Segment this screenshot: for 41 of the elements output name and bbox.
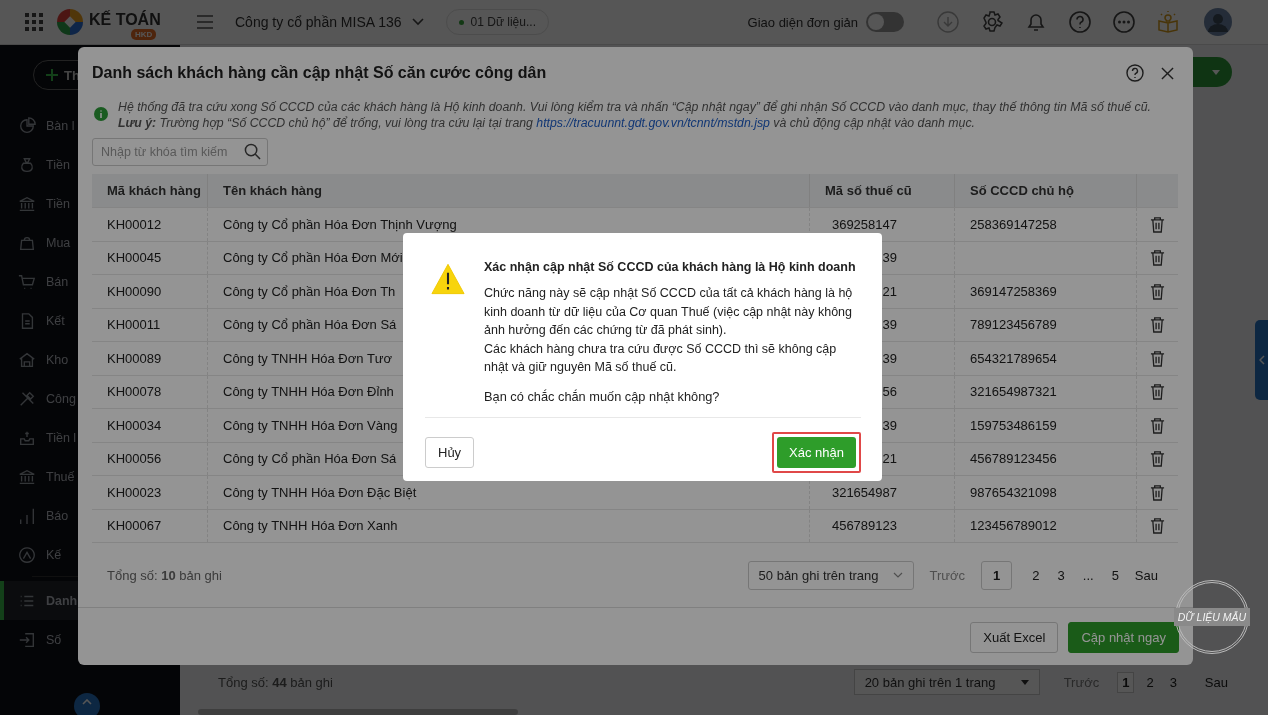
table-cell: KH00067 <box>92 509 208 542</box>
table-cell: 654321789654 <box>970 350 1057 366</box>
table-cell: 369147258369 <box>970 283 1057 299</box>
table-cell: Công ty TNHH Hóa Đơn Xanh <box>208 509 810 542</box>
table-cell: KH00056 <box>92 442 208 475</box>
table-cell: 159753486159 <box>970 417 1057 433</box>
notice-text: Hệ thống đã tra cứu xong Số CCCD của các khách hàng là Hộ kinh doanh. Vui lòng kiểm tra và nhấn “Cập nhật ngay” để ghi nhận Số CCCD vào danh mục, thay thế thông tin Mã số thuế cũ. Lưu ý: Trường hợp “Số CCCD chủ hộ” để trống, vui lòng tra cứu lại tại trang https://tracuunnt.gdt.gov.vn/tcnnt/mstdn.jsp và chủ động cập nhật vào danh mục. <box>118 99 1152 131</box>
table-cell: 21 <box>882 451 897 467</box>
table-cell: 39 <box>882 250 897 266</box>
table-cell: KH00011 <box>92 308 208 341</box>
table-cell: 789123456789 <box>970 317 1057 333</box>
column-header: Mã khách hàng <box>92 174 208 207</box>
table-cell: 321654987321 <box>970 384 1057 400</box>
record-total: Tổng số: 10 bản ghi <box>107 567 222 583</box>
table-cell: 39 <box>882 417 897 433</box>
simple-mode-label: Giao diện đơn giản <box>747 14 858 30</box>
table-cell: 456789123456 <box>970 451 1057 467</box>
brand-badge: HKD <box>131 29 157 40</box>
table-cell: 123456789012 <box>970 518 1057 534</box>
table-cell: 369258147 <box>831 216 897 232</box>
column-header: Tên khách hàng <box>208 174 810 207</box>
table-cell: 321654987 <box>831 484 897 500</box>
brand-name: KẾ TOÁN <box>89 11 161 29</box>
table-cell: KH00090 <box>92 275 208 308</box>
table-cell: 39 <box>882 317 897 333</box>
table-cell: KH00045 <box>92 241 208 274</box>
confirm-question: Bạn có chắc chắn muốn cập nhật không? <box>484 388 721 404</box>
table-cell: KH00023 <box>92 476 208 509</box>
column-header: Mã số thuế cũ <box>810 174 955 207</box>
table-cell: KH00034 <box>92 409 208 442</box>
table-cell: KH00078 <box>92 375 208 408</box>
table-cell: 987654321098 <box>970 484 1057 500</box>
table-cell: 56 <box>882 384 897 400</box>
table-cell: 456789123 <box>831 518 897 534</box>
table-cell: 39 <box>882 350 897 366</box>
table-cell: 21 <box>882 283 897 299</box>
column-header: Số CCCD chủ hộ <box>955 174 1137 207</box>
table-cell: KH00012 <box>92 208 208 241</box>
table-cell: 258369147258 <box>970 216 1057 232</box>
table-cell: KH00089 <box>92 342 208 375</box>
dialog-title: Danh sách khách hàng cần cập nhật Số căn cước công dân <box>92 64 547 82</box>
